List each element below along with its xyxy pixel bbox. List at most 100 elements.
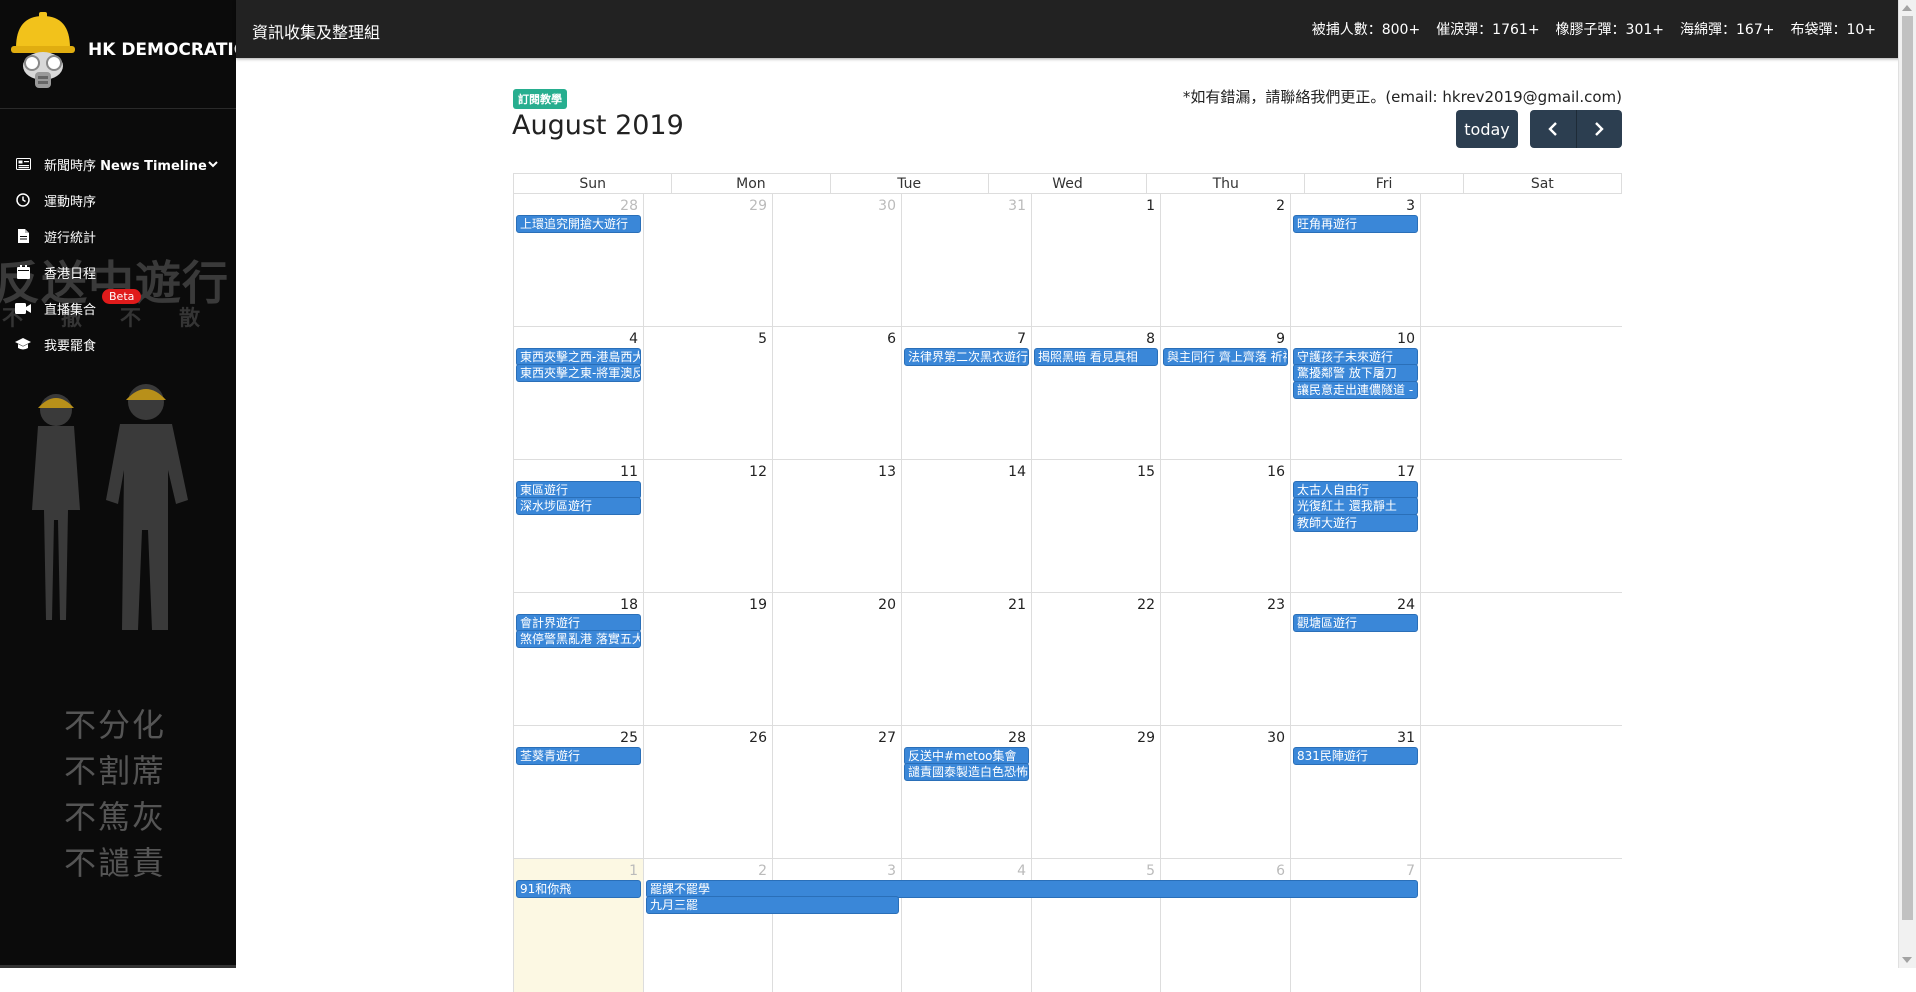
day-number[interactable]: 31 — [1008, 198, 1026, 214]
day-cell[interactable]: 3 — [773, 859, 902, 992]
calendar-event[interactable]: 揭照黑暗 看見真相 — [1034, 348, 1158, 366]
day-number[interactable]: 4 — [629, 331, 638, 347]
day-number[interactable]: 6 — [887, 331, 896, 347]
day-number[interactable]: 5 — [758, 331, 767, 347]
day-number[interactable]: 11 — [620, 464, 638, 480]
day-number[interactable]: 5 — [1146, 863, 1155, 879]
calendar-event[interactable]: 荃葵青遊行 — [516, 747, 641, 765]
day-cell[interactable]: 31 — [902, 194, 1032, 327]
calendar-event[interactable]: 教師大遊行 — [1293, 514, 1418, 532]
day-cell[interactable]: 28 — [902, 726, 1032, 859]
day-cell[interactable]: 26 — [644, 726, 773, 859]
day-cell[interactable]: 15 — [1032, 460, 1161, 593]
calendar-event[interactable]: 煞停警黑亂港 落實五大訴求 — [516, 630, 641, 648]
scroll-down-arrow-icon[interactable] — [1902, 957, 1912, 963]
day-cell[interactable]: 9 — [1161, 327, 1291, 460]
calendar-event[interactable]: 與主同行 齊上齊落 祈禱會 — [1163, 348, 1288, 366]
day-cell[interactable]: 28 — [514, 194, 644, 327]
calendar-event[interactable]: 觀塘區遊行 — [1293, 614, 1418, 632]
sidebar-item-hk-schedule[interactable]: 香港日程 — [0, 254, 236, 290]
day-cell[interactable]: 4 — [514, 327, 644, 460]
calendar-event[interactable]: 91和你飛 — [516, 880, 641, 898]
day-cell[interactable]: 22 — [1032, 593, 1161, 726]
day-cell[interactable]: 24 — [1291, 593, 1421, 726]
day-cell[interactable]: 7 — [902, 327, 1032, 460]
calendar-event[interactable]: 深水埗區遊行 — [516, 497, 641, 515]
day-number[interactable]: 29 — [1137, 730, 1155, 746]
day-cell[interactable]: 30 — [773, 194, 902, 327]
day-number[interactable]: 28 — [620, 198, 638, 214]
day-number[interactable]: 2 — [1276, 198, 1285, 214]
scroll-up-arrow-icon[interactable] — [1902, 5, 1912, 11]
day-number[interactable]: 4 — [1017, 863, 1026, 879]
day-cell[interactable]: 2 — [1161, 194, 1291, 327]
sidebar-item-livestreams[interactable]: 直播集合 Beta — [0, 289, 236, 326]
day-cell[interactable]: 7 — [1291, 859, 1421, 992]
day-cell[interactable]: 2 — [644, 859, 773, 992]
day-cell[interactable]: 11 — [514, 460, 644, 593]
calendar-event[interactable]: 光復紅土 還我靜土 — [1293, 497, 1418, 515]
day-cell[interactable]: 5 — [644, 327, 773, 460]
sidebar-item-boycott[interactable]: 我要罷食 — [0, 326, 236, 362]
day-number[interactable]: 13 — [878, 464, 896, 480]
sidebar-item-news-timeline[interactable]: 新聞時序 News Timeline — [0, 146, 236, 182]
day-number[interactable]: 26 — [749, 730, 767, 746]
calendar-event[interactable]: 上環追究開搶大遊行 — [516, 215, 641, 233]
calendar-event[interactable]: 法律界第二次黑衣遊行 — [904, 348, 1029, 366]
day-number[interactable]: 8 — [1146, 331, 1155, 347]
day-cell[interactable]: 29 — [644, 194, 773, 327]
day-cell[interactable]: 16 — [1161, 460, 1291, 593]
day-number[interactable]: 21 — [1008, 597, 1026, 613]
day-cell[interactable]: 19 — [644, 593, 773, 726]
sidebar-item-rally-stats[interactable]: 遊行統計 — [0, 218, 236, 254]
calendar-event[interactable]: 旺角再遊行 — [1293, 215, 1418, 233]
calendar-event[interactable]: 東西夾擊之東-將軍澳反送中遊行 — [516, 364, 641, 382]
day-cell[interactable]: 6 — [773, 327, 902, 460]
day-cell[interactable]: 29 — [1032, 726, 1161, 859]
page-scrollbar[interactable] — [1898, 0, 1916, 968]
day-number[interactable]: 10 — [1397, 331, 1415, 347]
next-month-button[interactable] — [1577, 110, 1623, 148]
calendar-event[interactable]: 831民陣遊行 — [1293, 747, 1418, 765]
day-cell[interactable]: 6 — [1161, 859, 1291, 992]
day-number[interactable]: 30 — [1267, 730, 1285, 746]
day-cell[interactable]: 13 — [773, 460, 902, 593]
day-number[interactable]: 1 — [1146, 198, 1155, 214]
sidebar-item-movement-timeline[interactable]: 運動時序 — [0, 182, 236, 218]
day-cell[interactable]: 23 — [1161, 593, 1291, 726]
day-number[interactable]: 14 — [1008, 464, 1026, 480]
calendar-event[interactable]: 九月三罷 — [646, 896, 899, 914]
day-cell[interactable]: 8 — [1032, 327, 1161, 460]
day-number[interactable]: 17 — [1397, 464, 1415, 480]
day-number[interactable]: 12 — [749, 464, 767, 480]
day-number[interactable]: 29 — [749, 198, 767, 214]
day-number[interactable]: 19 — [749, 597, 767, 613]
day-number[interactable]: 31 — [1397, 730, 1415, 746]
day-cell[interactable]: 27 — [773, 726, 902, 859]
day-cell[interactable]: 30 — [1161, 726, 1291, 859]
day-cell[interactable]: 5 — [1032, 859, 1161, 992]
day-number[interactable]: 20 — [878, 597, 896, 613]
day-number[interactable]: 16 — [1267, 464, 1285, 480]
brand-header[interactable]: HK DEMOCRATIC — [0, 0, 236, 109]
day-number[interactable]: 24 — [1397, 597, 1415, 613]
day-cell[interactable]: 20 — [773, 593, 902, 726]
today-button[interactable]: today — [1456, 110, 1518, 148]
day-number[interactable]: 6 — [1276, 863, 1285, 879]
day-number[interactable]: 1 — [629, 863, 638, 879]
subscribe-tutorial-tag[interactable]: 訂閱教學 — [513, 89, 567, 109]
day-cell[interactable]: 4 — [902, 859, 1032, 992]
day-number[interactable]: 30 — [878, 198, 896, 214]
day-number[interactable]: 7 — [1406, 863, 1415, 879]
scrollbar-thumb[interactable] — [1902, 16, 1913, 920]
day-cell[interactable]: 3 — [1291, 194, 1421, 327]
day-cell[interactable]: 14 — [902, 460, 1032, 593]
day-number[interactable]: 9 — [1276, 331, 1285, 347]
day-number[interactable]: 7 — [1017, 331, 1026, 347]
day-cell[interactable]: 21 — [902, 593, 1032, 726]
day-number[interactable]: 28 — [1008, 730, 1026, 746]
calendar-event[interactable]: 譴責國泰製造白色恐怖 — [904, 763, 1029, 781]
day-number[interactable]: 18 — [620, 597, 638, 613]
day-cell[interactable]: 25 — [514, 726, 644, 859]
day-number[interactable]: 3 — [1406, 198, 1415, 214]
